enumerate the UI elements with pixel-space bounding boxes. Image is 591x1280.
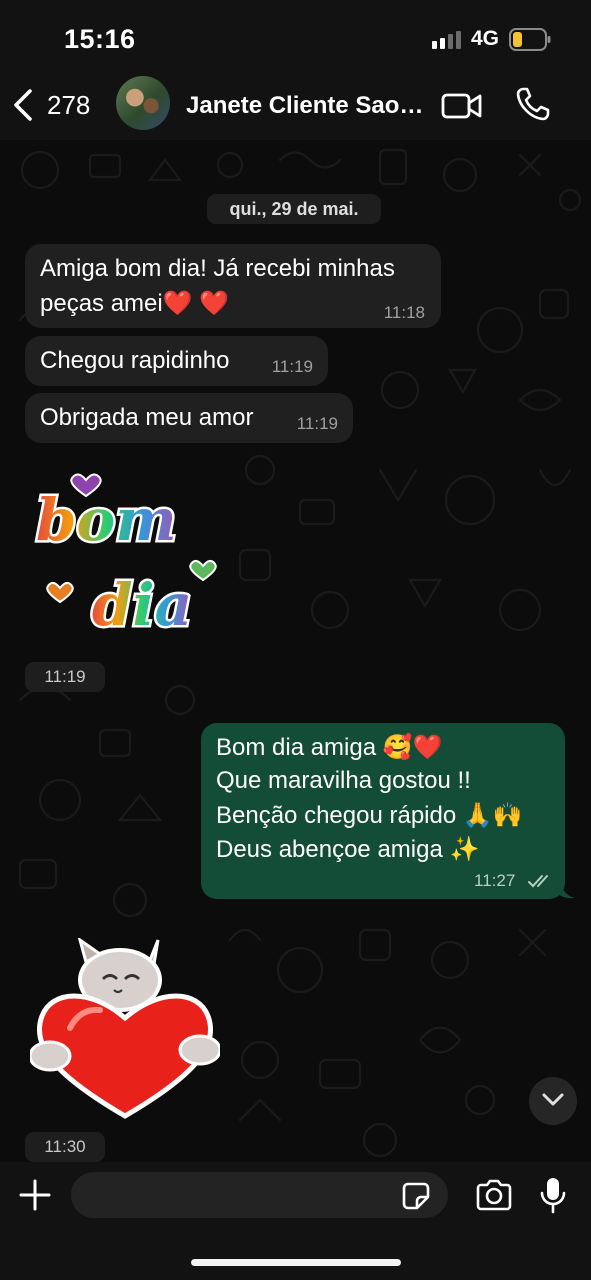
incoming-message[interactable]: Chegou rapidinho 11:19 [25,336,328,386]
home-indicator[interactable] [191,1259,401,1266]
sticker-text: dia [92,571,192,639]
message-time: 11:19 [296,414,338,433]
cellular-signal-icon [432,31,461,49]
message-text-line: Chegou rapidinho [40,347,230,374]
phone-call-icon[interactable] [516,87,550,121]
network-type: 4G [471,27,500,50]
chat-area[interactable]: qui., 29 de mai. Amiga bom dia! Já receb… [0,140,591,1162]
message-time: 11:19 [271,357,313,376]
sticker-time: 11:19 [25,662,105,692]
back-chevron-icon[interactable] [12,88,34,122]
message-text-line: Benção chegou rápido 🙏🙌 [216,802,523,829]
video-call-icon[interactable] [441,92,483,120]
chat-header: 278 Janete Cliente Sao Paulo [0,72,591,140]
message-text-line: Deus abençoe amiga ✨ [216,836,480,863]
outgoing-message[interactable]: Bom dia amiga 🥰❤️ Que maravilha gostou !… [201,723,575,899]
scroll-to-bottom-button[interactable] [529,1077,577,1125]
sticker-time: 11:30 [25,1132,105,1162]
read-receipt-icon [528,875,548,888]
message-composer [0,1162,591,1280]
message-text-line: Bom dia amiga 🥰❤️ [216,734,443,761]
battery-icon [509,28,551,51]
message-input[interactable] [71,1172,448,1218]
microphone-icon[interactable] [540,1176,566,1214]
status-bar: 15:16 4G [0,0,591,72]
bom-dia-sticker[interactable]: bom dia [28,460,223,645]
message-text-line: Amiga bom dia! Já recebi minhas [40,255,395,282]
sticker-icon[interactable] [402,1182,430,1210]
incoming-message[interactable]: Obrigada meu amor 11:19 [25,393,353,443]
contact-avatar[interactable] [116,76,170,130]
contact-name[interactable]: Janete Cliente Sao Paulo [186,92,426,120]
plus-icon[interactable] [18,1178,52,1212]
unread-count[interactable]: 278 [47,90,90,121]
message-text-line: peças amei❤️ ❤️ [40,290,230,317]
message-text-line: Obrigada meu amor [40,404,254,431]
message-time: 11:27 [474,871,516,890]
bubble-tail [557,873,575,899]
heart-cat-sticker[interactable] [30,938,220,1122]
incoming-message[interactable]: Amiga bom dia! Já recebi minhas peças am… [25,244,441,328]
status-time: 15:16 [64,24,136,54]
camera-icon[interactable] [475,1179,513,1211]
message-text-line: Que maravilha gostou !! [216,767,471,794]
message-time: 11:18 [383,303,425,322]
sticker-text: bom [36,486,177,554]
chevron-down-icon [542,1093,564,1106]
date-separator: qui., 29 de mai. [207,194,381,224]
